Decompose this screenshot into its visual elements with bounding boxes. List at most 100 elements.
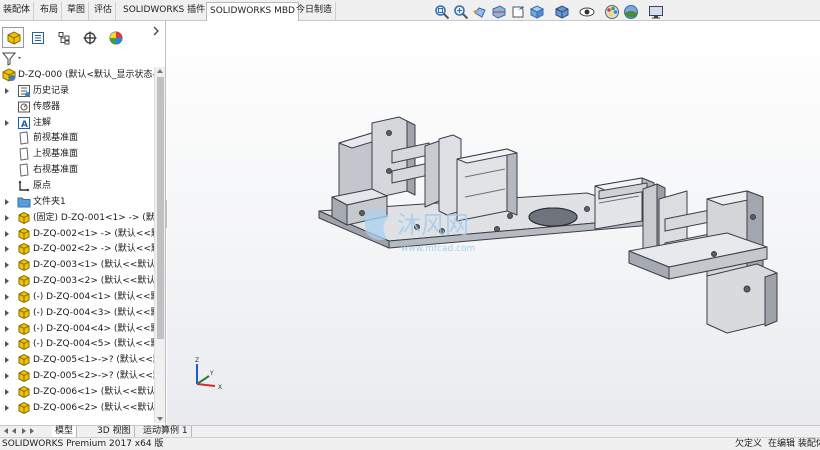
tree-vertical-scrollbar[interactable]	[154, 67, 165, 423]
tree-item[interactable]: 原点	[0, 178, 154, 194]
tree-item[interactable]: D-ZQ-005<2>->? (默认<<默	[0, 368, 154, 384]
tree-item[interactable]: D-ZQ-003<1> (默认<<默认>	[0, 257, 154, 273]
tree-item[interactable]: (-) D-ZQ-004<5> (默认<<默	[0, 336, 154, 352]
part-icon	[17, 274, 31, 288]
tree-item[interactable]: 历史记录	[0, 83, 154, 99]
manager-tabs	[0, 27, 165, 49]
tree-item[interactable]: 前视基准面	[0, 130, 154, 146]
part-icon	[17, 322, 31, 336]
tab-assembly[interactable]: 装配体	[0, 2, 35, 20]
appearance-icon[interactable]	[604, 4, 620, 20]
graphics-area[interactable]: 沐风网 www.mfcad.com Z X Y	[167, 21, 820, 425]
tree-item[interactable]: D-ZQ-002<1> -> (默认<<默	[0, 226, 154, 242]
display-manager-tab[interactable]	[104, 27, 126, 48]
tree-item[interactable]: D-ZQ-003<2> (默认<<默认>	[0, 273, 154, 289]
expand-arrow-icon[interactable]	[5, 198, 9, 205]
tab-solidworks-addins[interactable]: SOLIDWORKS 插件	[120, 2, 210, 20]
status-editing: 在编辑 装配体	[768, 439, 820, 449]
command-manager-tabs: 装配体 布局 草图 评估 SOLIDWORKS 插件 SOLIDWORKS MB…	[0, 0, 820, 21]
configurationmanager-icon	[58, 32, 70, 45]
status-product: SOLIDWORKS Premium 2017 x64 版	[2, 439, 164, 449]
tree-item[interactable]: D-ZQ-002<2> -> (默认<<默	[0, 241, 154, 257]
part-icon	[17, 353, 31, 367]
part-icon	[17, 306, 31, 320]
scrollbar-thumb[interactable]	[157, 77, 164, 339]
tree-item-label: 文件夹1	[33, 196, 66, 207]
expand-arrow-icon[interactable]	[5, 357, 9, 364]
propertymanager-tab[interactable]	[26, 27, 48, 48]
tab-evaluate[interactable]: 评估	[91, 2, 117, 20]
tree-item[interactable]: 文件夹1	[0, 194, 154, 210]
dynamic-annotation-icon[interactable]	[510, 4, 526, 20]
tab-solidworks-mbd[interactable]: SOLIDWORKS MBD	[206, 2, 299, 21]
expand-arrow-icon[interactable]	[5, 325, 9, 332]
scroll-up-icon[interactable]	[157, 69, 163, 73]
watermark-text: 沐风网	[397, 211, 469, 239]
tab-today-manufacturing[interactable]: 今日制造	[293, 2, 337, 20]
hide-show-icon[interactable]	[579, 4, 595, 20]
tree-item[interactable]: D-ZQ-005<1>->? (默认<<默	[0, 352, 154, 368]
expand-arrow-icon[interactable]	[5, 278, 9, 285]
tree-item[interactable]: A 注解	[0, 115, 154, 131]
tree-item[interactable]: 传感器	[0, 99, 154, 115]
expand-arrow-icon[interactable]	[5, 309, 9, 316]
featuremanager-tab[interactable]	[2, 27, 24, 48]
tree-item-label: D-ZQ-005<2>->? (默认<<默	[33, 371, 154, 382]
part-icon	[17, 242, 31, 256]
tree-root-assembly[interactable]: D-ZQ-000 (默认<默认_显示状态-	[0, 67, 154, 83]
view-settings-icon[interactable]	[648, 4, 664, 20]
tree-item[interactable]: (-) D-ZQ-004<1> (默认<<默	[0, 289, 154, 305]
scene-icon[interactable]	[623, 4, 639, 20]
bottom-tabs: 模型 3D 视图 运动算例 1	[0, 425, 820, 438]
part-icon	[17, 211, 31, 225]
tree-item-label: (-) D-ZQ-004<3> (默认<<默	[33, 307, 154, 318]
part-icon	[17, 290, 31, 304]
dimxpert-tab[interactable]	[78, 27, 100, 48]
reference-triad: Z X Y	[195, 357, 222, 391]
assembly-icon	[2, 68, 16, 82]
expand-arrow-icon[interactable]	[5, 293, 9, 300]
tree-item[interactable]: (-) D-ZQ-004<4> (默认<<默	[0, 321, 154, 337]
tree-root-label: D-ZQ-000 (默认<默认_显示状态-	[18, 70, 154, 80]
view-orientation-icon[interactable]	[529, 4, 545, 20]
tree-item-label: 注解	[33, 117, 52, 128]
expand-arrow-icon[interactable]	[5, 341, 9, 348]
section-view-icon[interactable]	[491, 4, 507, 20]
expand-arrow-icon[interactable]	[5, 389, 9, 395]
expand-arrow-icon[interactable]	[5, 230, 9, 237]
featuremanager-pane: D-ZQ-000 (默认<默认_显示状态- 历史记录 传感器 A 注解前视基准面上视基…	[0, 21, 166, 425]
previous-view-icon[interactable]	[472, 4, 488, 20]
tree-item[interactable]: D-ZQ-006<2> (默认<<默认>	[0, 400, 154, 416]
tree-item-label: 前视基准面	[33, 133, 79, 144]
tab-scroll-right-icon[interactable]	[30, 428, 34, 434]
tree-item[interactable]: (固定) D-ZQ-001<1> -> (默认	[0, 210, 154, 226]
filter-icon[interactable]	[2, 52, 24, 66]
expand-arrow-icon[interactable]	[5, 373, 9, 380]
tree-item[interactable]: 右视基准面	[0, 162, 154, 178]
part-icon	[17, 258, 31, 272]
chevron-right-icon[interactable]	[150, 25, 162, 37]
featuremanager-icon	[7, 31, 21, 45]
tab-scroll-next-icon[interactable]	[22, 428, 26, 434]
tab-scroll-prev-icon[interactable]	[12, 428, 16, 434]
tree-item-label: (-) D-ZQ-004<1> (默认<<默	[33, 291, 154, 302]
configurationmanager-tab[interactable]	[52, 27, 74, 48]
part-icon	[17, 369, 31, 383]
expand-arrow-icon[interactable]	[5, 119, 9, 126]
scroll-down-icon[interactable]	[157, 417, 163, 421]
expand-arrow-icon[interactable]	[5, 404, 9, 411]
tab-sketch[interactable]: 草图	[64, 2, 90, 20]
display-manager-icon	[109, 31, 123, 45]
tree-item[interactable]: 上视基准面	[0, 146, 154, 162]
display-style-icon[interactable]	[554, 4, 570, 20]
tree-item[interactable]: (-) D-ZQ-004<3> (默认<<默	[0, 305, 154, 321]
tree-item[interactable]: D-ZQ-006<1> (默认<<默认>	[0, 384, 154, 400]
zoom-to-fit-icon[interactable]	[434, 4, 450, 20]
expand-arrow-icon[interactable]	[5, 214, 9, 221]
expand-arrow-icon[interactable]	[5, 262, 9, 269]
zoom-to-area-icon[interactable]	[453, 4, 469, 20]
expand-arrow-icon[interactable]	[5, 87, 9, 94]
tab-layout[interactable]: 布局	[37, 2, 63, 20]
tab-scroll-left-icon[interactable]	[4, 428, 8, 434]
expand-arrow-icon[interactable]	[5, 246, 9, 253]
